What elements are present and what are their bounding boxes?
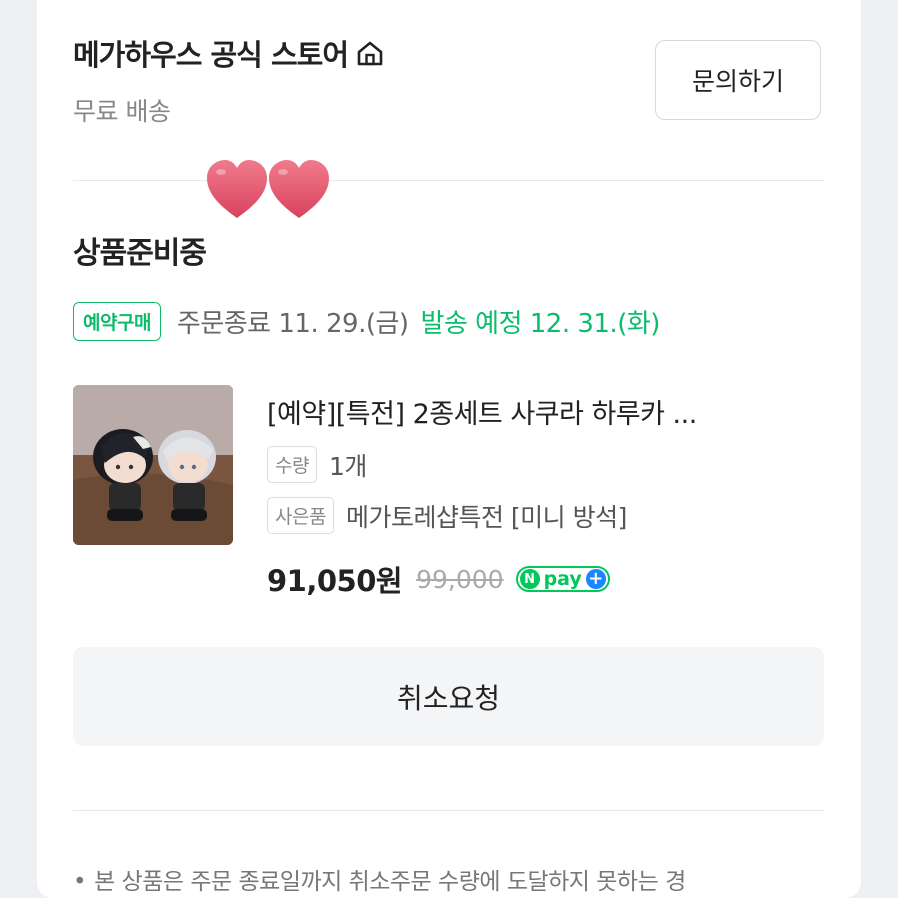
notice-text: 본 상품은 주문 종료일까지 취소주문 수량에 도달하지 못하는 경 [94,869,686,895]
order-card: 메가하우스 공식 스토어 무료 배송 문의하기 상품준비중 예약구매 주문종료 … [37,0,861,898]
quantity-label: 수량 [267,446,317,483]
divider [73,180,824,181]
store-name[interactable]: 메가하우스 공식 스토어 [73,32,349,74]
heart-right [269,160,329,218]
preorder-badge: 예약구매 [73,302,161,341]
original-price: 99,000 [416,564,504,594]
npay-plus-badge: N pay + [515,566,610,592]
notice-item: • 본 상품은 주문 종료일까지 취소주문 수량에 도달하지 못하는 경 [73,862,686,896]
store-title[interactable]: 메가하우스 공식 스토어 [73,32,386,74]
product-title[interactable]: [예약][특전] 2종세트 사쿠라 하루카 ... [267,392,697,431]
store-home-icon[interactable] [354,37,386,69]
price-row: 91,050원 99,000 N pay + [267,558,610,600]
quantity-value: 1개 [328,451,367,481]
heart-left [207,160,267,218]
order-end-date: 주문종료 11. 29.(금) [176,309,409,339]
inquiry-button[interactable]: 문의하기 [655,40,821,120]
gift-value: 메가토레샵특전 [미니 방석] [345,502,627,532]
quantity-row: 수량 1개 [267,446,367,483]
gift-label: 사은품 [267,497,334,534]
sale-price: 91,050원 [267,564,403,598]
hearts-sticker [207,160,329,218]
order-schedule: 예약구매 주문종료 11. 29.(금) 발송 예정 12. 31.(화) [73,302,660,341]
gift-row: 사은품 메가토레샵특전 [미니 방석] [267,497,627,534]
npay-text: pay [543,568,582,590]
npay-n-icon: N [519,569,540,589]
ship-date: 발송 예정 12. 31.(화) [420,309,661,339]
product-image[interactable] [73,385,233,545]
cancel-request-button[interactable]: 취소요청 [73,647,824,746]
divider [73,810,824,811]
order-status: 상품준비중 [73,236,207,271]
notice-bullet: • [73,869,87,895]
npay-plus-icon: + [585,569,606,589]
shipping-info: 무료 배송 [73,97,171,126]
product-thumbnail[interactable] [73,385,233,545]
